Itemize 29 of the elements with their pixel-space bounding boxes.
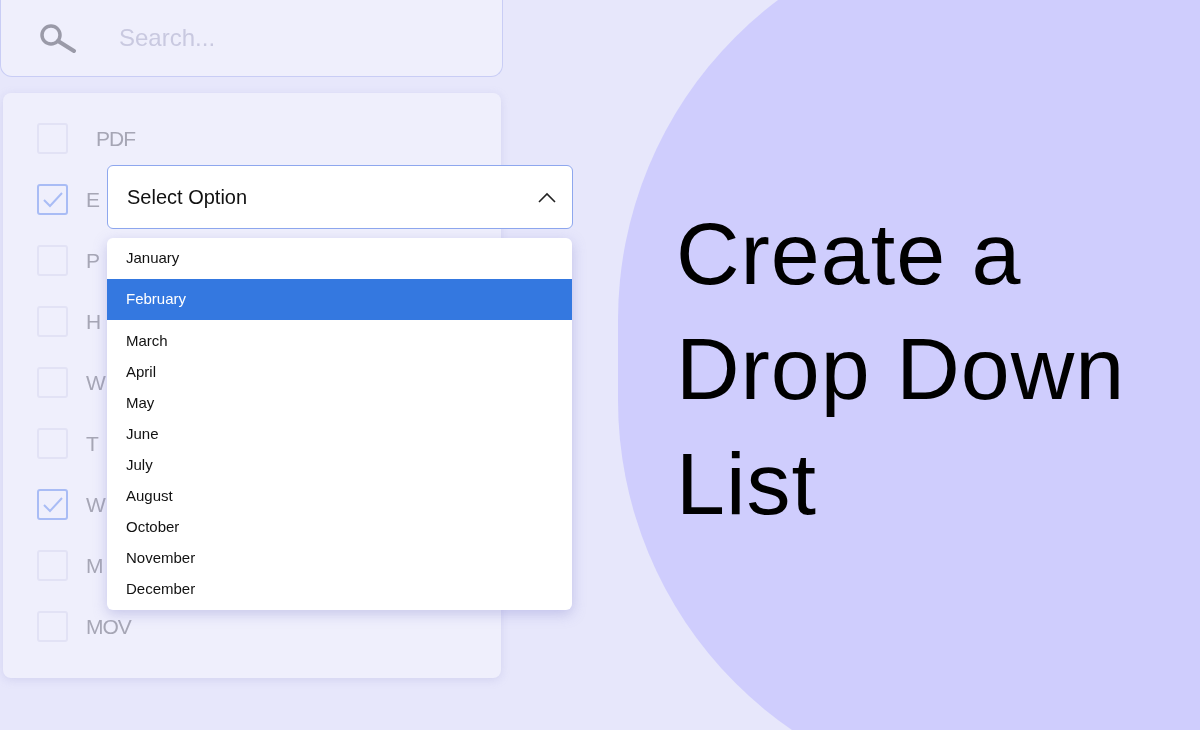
check-icon (41, 190, 64, 209)
checkbox-label: E (86, 186, 99, 213)
checkbox[interactable] (37, 489, 68, 520)
checkbox[interactable] (37, 184, 68, 215)
dropdown-option[interactable]: April (107, 357, 572, 388)
checkbox-label: T (86, 430, 98, 457)
headline-line: List (676, 433, 818, 535)
dropdown-option[interactable]: March (107, 326, 572, 357)
dropdown-option[interactable]: November (107, 543, 572, 574)
checkbox-label: W (86, 491, 105, 518)
dropdown-option[interactable]: January (107, 243, 572, 279)
check-icon (41, 495, 64, 514)
checkbox-label: M (86, 552, 103, 579)
dropdown-option[interactable]: July (107, 450, 572, 481)
dropdown-option[interactable]: May (107, 388, 572, 419)
dropdown-option[interactable]: February (107, 279, 572, 320)
checkbox-label: W (86, 369, 105, 396)
checkbox-label: MOV (86, 613, 131, 640)
headline-line: Drop Down (676, 318, 1126, 420)
headline-line: Create a (676, 203, 1023, 305)
search-icon (39, 23, 77, 53)
dropdown-option[interactable]: October (107, 512, 572, 543)
checkbox-label: PDF (96, 125, 135, 152)
dropdown-option[interactable]: December (107, 574, 572, 605)
checkbox-label: H (86, 308, 101, 335)
checkbox-label: P (86, 247, 99, 274)
dropdown-option[interactable]: August (107, 481, 572, 512)
select-dropdown[interactable]: Select Option (107, 165, 573, 229)
dropdown-option[interactable]: June (107, 419, 572, 450)
